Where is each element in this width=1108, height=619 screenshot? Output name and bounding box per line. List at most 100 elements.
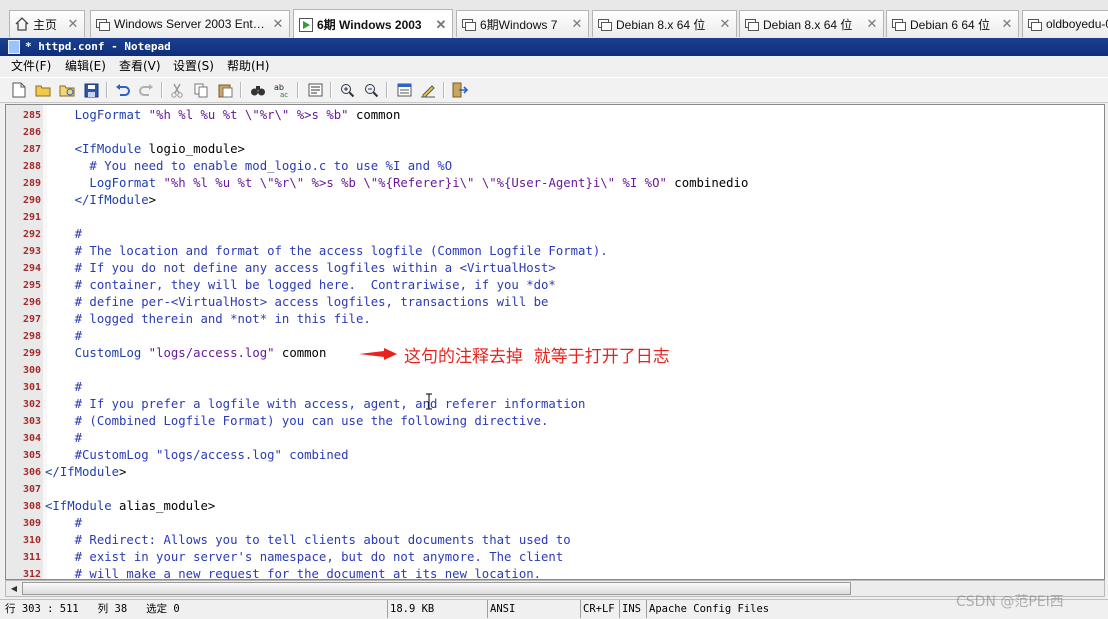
zoom-out-icon[interactable] — [362, 81, 380, 99]
vm-running-icon — [299, 17, 313, 32]
code-token: # (Combined Logfile Format) you can use … — [45, 414, 549, 428]
code-token: common — [348, 108, 401, 122]
code-token: < — [45, 142, 83, 156]
tab-5[interactable]: Debian 8.x 64 位 ✕ — [592, 10, 737, 37]
menu-bar: 文件(F) 编辑(E) 查看(V) 设置(S) 帮助(H) — [0, 56, 1108, 76]
copy-icon[interactable] — [192, 81, 210, 99]
tab-1[interactable]: 主页 ✕ — [9, 10, 85, 37]
line-text: # — [45, 430, 82, 447]
close-tab-icon[interactable]: ✕ — [569, 16, 585, 32]
tab-6[interactable]: Debian 8.x 64 位 ✕ — [739, 10, 884, 37]
line-number: 295 — [22, 280, 41, 291]
line-number: 285 — [22, 110, 41, 121]
word-wrap-icon[interactable] — [306, 81, 324, 99]
home-icon — [15, 17, 29, 31]
vm-tab-bar: 主页 ✕ Windows Server 2003 Enterpr... ✕ 6期 Win… — [0, 0, 1108, 39]
properties-icon[interactable] — [395, 81, 413, 99]
line-text: # will make a new request for the docume… — [45, 566, 542, 580]
tab-8[interactable]: oldboyedu-0 — [1022, 10, 1108, 37]
code-token: IfModule — [89, 193, 149, 207]
open-icon[interactable] — [34, 81, 52, 99]
reload-icon[interactable] — [58, 81, 76, 99]
window-title: * httpd.conf - Notepad — [25, 40, 171, 53]
code-token: # — [45, 329, 83, 343]
paste-icon[interactable] — [216, 81, 234, 99]
menu-help[interactable]: 帮助(H) — [227, 58, 269, 74]
tab-2[interactable]: Windows Server 2003 Enterpr... ✕ — [90, 10, 290, 37]
tab-7[interactable]: Debian 6 64 位 ✕ — [886, 10, 1019, 37]
code-line: 288 # You need to enable mod_logio.c to … — [6, 158, 1104, 175]
close-tab-icon[interactable]: ✕ — [433, 17, 449, 33]
toolbar-separator — [240, 82, 242, 98]
code-token: IfModule — [59, 465, 120, 479]
code-token: # If you prefer a logfile with access, a… — [45, 397, 586, 411]
scrollbar-thumb[interactable] — [22, 582, 851, 595]
menu-edit[interactable]: 编辑(E) — [65, 58, 106, 74]
close-tab-icon[interactable]: ✕ — [65, 16, 81, 32]
line-number: 305 — [22, 450, 41, 461]
close-tab-icon[interactable]: ✕ — [717, 16, 733, 32]
code-token: # — [45, 516, 83, 530]
line-text: # You need to enable mod_logio.c to use … — [45, 158, 452, 175]
vm-icon — [598, 17, 612, 31]
code-token: # logged therein and *not* in this file. — [45, 312, 371, 326]
line-text: # — [45, 328, 82, 345]
find-icon[interactable] — [249, 81, 267, 99]
tab-3[interactable]: 6期 Windows 2003 ✕ — [293, 9, 453, 39]
line-text: # If you do not define any access logfil… — [45, 260, 556, 277]
edit-scheme-icon[interactable] — [419, 81, 437, 99]
watermark: CSDN @范PEI西 — [956, 594, 1064, 610]
code-line: 289 LogFormat "%h %l %u %t \"%r\" %>s %b… — [6, 175, 1104, 192]
menu-file[interactable]: 文件(F) — [11, 58, 51, 74]
window-titlebar: * httpd.conf - Notepad — [0, 38, 1108, 56]
line-text: # Redirect: Allows you to tell clients a… — [45, 532, 571, 549]
toolbar-separator — [106, 82, 108, 98]
annotation-text: 这句的注释去掉 就等于打开了日志 — [404, 346, 670, 367]
tab-4[interactable]: 6期Windows 7 ✕ — [456, 10, 589, 37]
code-line: 301 # — [6, 379, 1104, 396]
code-token: # The location and format of the access … — [45, 244, 608, 258]
spellcheck-icon[interactable]: ab ac — [273, 81, 291, 99]
scroll-left-icon[interactable]: ◀ — [7, 582, 21, 595]
code-line: 311 # exist in your server's namespace, … — [6, 549, 1104, 566]
cut-icon[interactable] — [168, 81, 186, 99]
undo-icon[interactable] — [113, 81, 131, 99]
code-line: 308 <IfModule alias_module> — [6, 498, 1104, 515]
horizontal-scrollbar[interactable]: ◀ — [5, 580, 1105, 597]
menu-settings[interactable]: 设置(S) — [173, 58, 214, 74]
line-number: 287 — [22, 144, 41, 155]
line-number: 290 — [22, 195, 41, 206]
close-tab-icon[interactable]: ✕ — [999, 16, 1015, 32]
code-line: 303 # (Combined Logfile Format) you can … — [6, 413, 1104, 430]
line-text: LogFormat "%h %l %u %t \"%r\" %>s %b \"%… — [45, 175, 748, 192]
status-file-size: 18.9 KB — [387, 600, 486, 618]
toolbar-separator — [161, 82, 163, 98]
code-token: # — [45, 431, 83, 445]
status-bar: 行 303 : 511 列 38 选定 0 18.9 KB ANSI CR+LF… — [0, 599, 1108, 619]
code-token: # will make a new request for the docume… — [45, 567, 542, 580]
code-token: alias_module> — [111, 499, 216, 513]
menu-view[interactable]: 查看(V) — [119, 58, 161, 74]
save-icon[interactable] — [82, 81, 100, 99]
line-text: # logged therein and *not* in this file. — [45, 311, 371, 328]
notepad-app-icon — [8, 40, 20, 54]
line-number: 298 — [22, 331, 41, 342]
line-number: 301 — [22, 382, 41, 393]
code-token: IfModule — [52, 499, 112, 513]
code-token: # — [45, 227, 83, 241]
code-token: # define per-<VirtualHost> access logfil… — [45, 295, 549, 309]
code-token: LogFormat — [89, 176, 157, 190]
vm-icon — [462, 17, 476, 31]
new-file-icon[interactable] — [10, 81, 28, 99]
status-insert-mode: INS — [619, 600, 646, 618]
exit-icon[interactable] — [451, 81, 469, 99]
close-tab-icon[interactable]: ✕ — [864, 16, 880, 32]
zoom-in-icon[interactable] — [338, 81, 356, 99]
line-text: </IfModule> — [45, 464, 126, 481]
close-tab-icon[interactable]: ✕ — [270, 16, 286, 32]
code-token: logio_module> — [141, 142, 245, 156]
redo-icon[interactable] — [137, 81, 155, 99]
code-line: 290 </IfModule> — [6, 192, 1104, 209]
line-text: # (Combined Logfile Format) you can use … — [45, 413, 549, 430]
